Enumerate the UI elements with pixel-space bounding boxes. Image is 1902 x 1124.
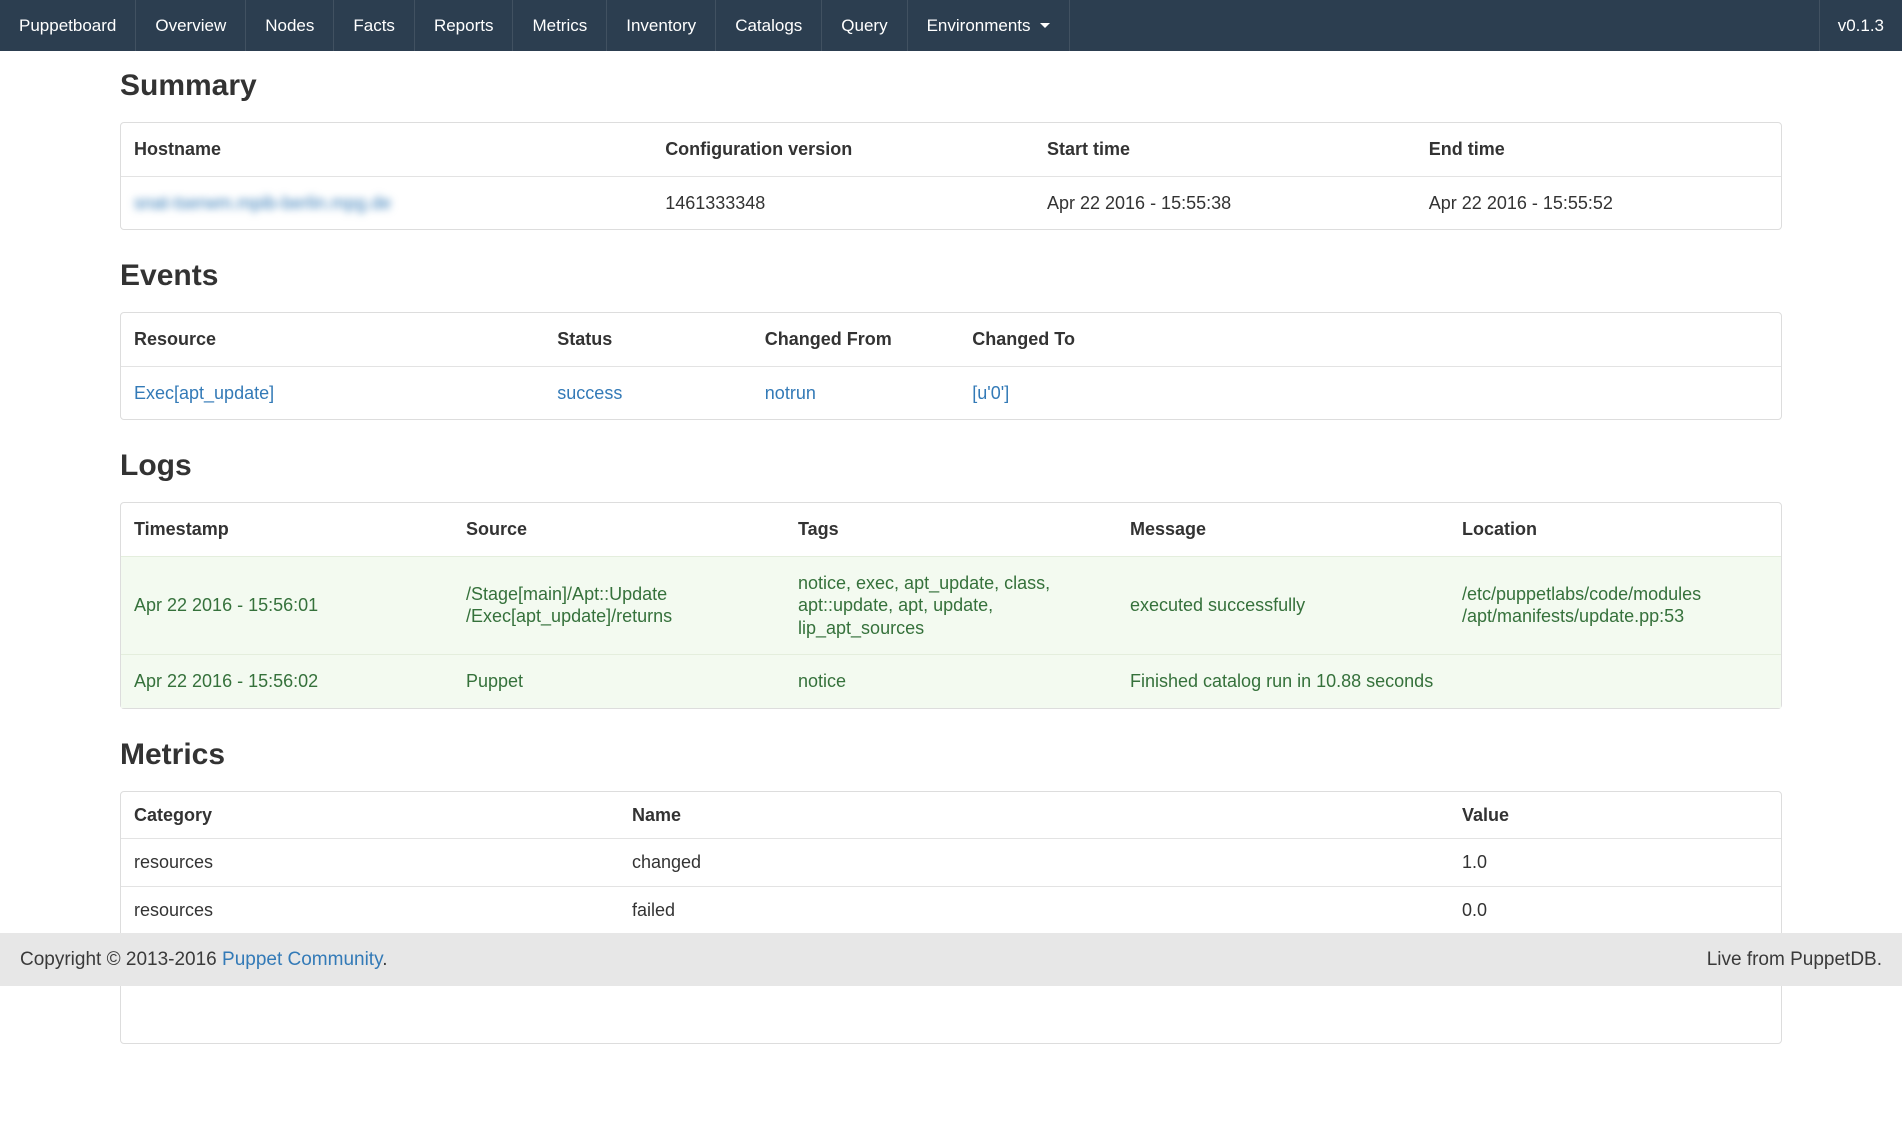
metric-value-cell: 1.0 xyxy=(1449,838,1781,886)
log-location-cell: /etc/puppetlabs/code/modules /apt/manife… xyxy=(1449,556,1781,655)
log-location-cell xyxy=(1449,654,1781,708)
logs-col-message: Message xyxy=(1117,503,1449,556)
environments-dropdown-label: Environments xyxy=(927,16,1031,36)
metrics-col-name: Name xyxy=(619,792,1449,839)
environments-dropdown[interactable]: Environments xyxy=(908,0,1070,51)
log-source-cell: /Stage[main]/Apt::Update /Exec[apt_updat… xyxy=(453,556,785,655)
logs-col-location: Location xyxy=(1449,503,1781,556)
logs-col-tags: Tags xyxy=(785,503,1117,556)
metric-name-cell: failed xyxy=(619,886,1449,934)
logs-col-source: Source xyxy=(453,503,785,556)
event-row: Exec[apt_update] success notrun [u'0'] xyxy=(121,366,1781,420)
log-message-cell: Finished catalog run in 10.88 seconds xyxy=(1117,654,1449,708)
config-version-cell: 1461333348 xyxy=(652,176,1034,230)
summary-table: Hostname Configuration version Start tim… xyxy=(120,122,1782,230)
metric-name-cell: changed xyxy=(619,838,1449,886)
nav-item-overview[interactable]: Overview xyxy=(136,0,246,51)
log-tags-cell: notice xyxy=(785,654,1117,708)
metric-row: resources failed 0.0 xyxy=(121,886,1781,934)
metric-category-cell: resources xyxy=(121,838,619,886)
logs-col-timestamp: Timestamp xyxy=(121,503,453,556)
start-time-cell: Apr 22 2016 - 15:55:38 xyxy=(1034,176,1416,230)
end-time-cell: Apr 22 2016 - 15:55:52 xyxy=(1416,176,1781,230)
navbar-spacer xyxy=(1070,0,1819,51)
summary-col-end-time: End time xyxy=(1416,123,1781,176)
metrics-header-row: Category Name Value xyxy=(121,792,1781,839)
nav-item-facts[interactable]: Facts xyxy=(334,0,415,51)
metrics-col-value: Value xyxy=(1449,792,1781,839)
event-status-link[interactable]: success xyxy=(557,383,622,403)
copyright-prefix: Copyright © 2013-2016 xyxy=(20,949,222,970)
nav-item-nodes[interactable]: Nodes xyxy=(246,0,334,51)
brand-puppetboard[interactable]: Puppetboard xyxy=(0,0,136,51)
logs-header-row: Timestamp Source Tags Message Location xyxy=(121,503,1781,556)
metric-value-cell: 0.0 xyxy=(1449,886,1781,934)
chevron-down-icon xyxy=(1040,23,1050,28)
copyright-suffix: . xyxy=(382,949,387,970)
events-table: Resource Status Changed From Changed To … xyxy=(120,312,1782,420)
page-footer: Copyright © 2013-2016 Puppet Community. … xyxy=(0,933,1902,986)
nav-item-query[interactable]: Query xyxy=(822,0,907,51)
log-timestamp-cell: Apr 22 2016 - 15:56:01 xyxy=(121,556,453,655)
log-row: Apr 22 2016 - 15:56:01 /Stage[main]/Apt:… xyxy=(121,556,1781,655)
events-col-status: Status xyxy=(544,313,752,366)
event-changed-to-cell: [u'0'] xyxy=(959,366,1781,420)
nav-item-reports[interactable]: Reports xyxy=(415,0,514,51)
log-message-cell: executed successfully xyxy=(1117,556,1449,655)
event-resource-link[interactable]: Exec[apt_update] xyxy=(134,383,274,403)
log-timestamp-cell: Apr 22 2016 - 15:56:02 xyxy=(121,654,453,708)
metrics-table: Category Name Value resources changed 1.… xyxy=(120,791,1782,1044)
summary-col-start-time: Start time xyxy=(1034,123,1416,176)
version-label: v0.1.3 xyxy=(1819,0,1902,51)
events-col-changed-to: Changed To xyxy=(959,313,1781,366)
events-col-changed-from: Changed From xyxy=(752,313,960,366)
summary-section-title: Summary xyxy=(120,69,1782,103)
metrics-col-category: Category xyxy=(121,792,619,839)
metric-row: resources changed 1.0 xyxy=(121,838,1781,886)
log-tags-cell: notice, exec, apt_update, class, apt::up… xyxy=(785,556,1117,655)
logs-table: Timestamp Source Tags Message Location A… xyxy=(120,502,1782,709)
metric-row-cutoff xyxy=(121,981,1781,1043)
nav-item-inventory[interactable]: Inventory xyxy=(607,0,716,51)
copyright-text: Copyright © 2013-2016 Puppet Community. xyxy=(20,949,387,971)
puppetdb-status-text: Live from PuppetDB. xyxy=(1707,949,1882,971)
summary-col-hostname: Hostname xyxy=(121,123,652,176)
event-resource-cell: Exec[apt_update] xyxy=(121,366,544,420)
summary-row: snat-tserwm.mpib-berlin.mpg.de 146133334… xyxy=(121,176,1781,230)
nav-item-catalogs[interactable]: Catalogs xyxy=(716,0,822,51)
events-section-title: Events xyxy=(120,259,1782,293)
hostname-link[interactable]: snat-tserwm.mpib-berlin.mpg.de xyxy=(134,193,391,213)
log-source-cell: Puppet xyxy=(453,654,785,708)
metric-category-cell: resources xyxy=(121,886,619,934)
events-col-resource: Resource xyxy=(121,313,544,366)
metrics-section-title: Metrics xyxy=(120,738,1782,772)
puppet-community-link[interactable]: Puppet Community xyxy=(222,949,382,970)
hostname-cell: snat-tserwm.mpib-berlin.mpg.de xyxy=(121,176,652,230)
log-row: Apr 22 2016 - 15:56:02 Puppet notice Fin… xyxy=(121,654,1781,708)
event-status-cell: success xyxy=(544,366,752,420)
summary-col-config-version: Configuration version xyxy=(652,123,1034,176)
nav-item-metrics[interactable]: Metrics xyxy=(513,0,607,51)
summary-header-row: Hostname Configuration version Start tim… xyxy=(121,123,1781,176)
logs-section-title: Logs xyxy=(120,449,1782,483)
top-navbar: Puppetboard Overview Nodes Facts Reports… xyxy=(0,0,1902,51)
event-changed-from-cell: notrun xyxy=(752,366,960,420)
events-header-row: Resource Status Changed From Changed To xyxy=(121,313,1781,366)
